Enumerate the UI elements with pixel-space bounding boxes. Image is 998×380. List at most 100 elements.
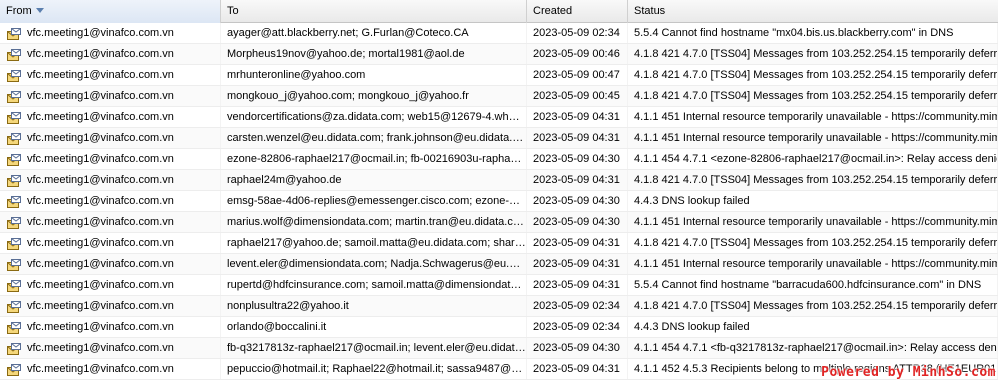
envelope-queue-icon [7,48,21,61]
cell-to: rupertd@hdfcinsurance.com; samoil.matta@… [221,275,527,295]
cell-from: vfc.meeting1@vinafco.com.vn [0,338,221,358]
cell-from-text: vfc.meeting1@vinafco.com.vn [27,90,174,102]
table-row[interactable]: vfc.meeting1@vinafco.com.vn vendorcertifi… [0,107,998,128]
cell-from: vfc.meeting1@vinafco.com.vn [0,275,221,295]
envelope-queue-icon [7,90,21,103]
cell-created: 2023-05-09 04:31 [527,128,628,148]
cell-status: 4.1.8 421 4.7.0 [TSS04] Messages from 10… [628,170,998,190]
sort-descending-icon [35,7,44,13]
column-header-status-label: Status [634,5,666,17]
cell-from-text: vfc.meeting1@vinafco.com.vn [27,27,174,39]
cell-from-text: vfc.meeting1@vinafco.com.vn [27,132,174,144]
cell-from-text: vfc.meeting1@vinafco.com.vn [27,174,174,186]
cell-from-text: vfc.meeting1@vinafco.com.vn [27,258,174,270]
table-row[interactable]: vfc.meeting1@vinafco.com.vn levent.eler@d… [0,254,998,275]
cell-to: ayager@att.blackberry.net; G.Furlan@Cote… [221,23,527,43]
cell-to: levent.eler@dimensiondata.com; Nadja.Sch… [221,254,527,274]
cell-to: mongkouo_j@yahoo.com; mongkouo_j@yahoo.f… [221,86,527,106]
table-row[interactable]: vfc.meeting1@vinafco.com.vn carsten.wenze… [0,128,998,149]
cell-created: 2023-05-09 04:31 [527,254,628,274]
cell-to: orlando@boccalini.it [221,317,527,337]
cell-to: carsten.wenzel@eu.didata.com; frank.john… [221,128,527,148]
table-row[interactable]: vfc.meeting1@vinafco.com.vn emsg-58ae-4d0… [0,191,998,212]
cell-to: vendorcertifications@za.didata.com; web1… [221,107,527,127]
cell-status: 4.1.8 421 4.7.0 [TSS04] Messages from 10… [628,86,998,106]
cell-status: 4.1.8 421 4.7.0 [TSS04] Messages from 10… [628,65,998,85]
cell-to: Morpheus19nov@yahoo.de; mortal1981@aol.d… [221,44,527,64]
column-header-status[interactable]: Status [628,0,998,23]
cell-from: vfc.meeting1@vinafco.com.vn [0,359,221,379]
cell-from: vfc.meeting1@vinafco.com.vn [0,149,221,169]
cell-from-text: vfc.meeting1@vinafco.com.vn [27,237,174,249]
cell-from: vfc.meeting1@vinafco.com.vn [0,128,221,148]
table-row[interactable]: vfc.meeting1@vinafco.com.vn raphael217@ya… [0,233,998,254]
envelope-queue-icon [7,237,21,250]
cell-created: 2023-05-09 04:30 [527,338,628,358]
cell-status: 4.1.1 451 Internal resource temporarily … [628,107,998,127]
cell-from: vfc.meeting1@vinafco.com.vn [0,254,221,274]
cell-created: 2023-05-09 02:34 [527,317,628,337]
cell-created: 2023-05-09 04:30 [527,149,628,169]
cell-status: 4.1.1 451 Internal resource temporarily … [628,128,998,148]
cell-from-text: vfc.meeting1@vinafco.com.vn [27,279,174,291]
envelope-queue-icon [7,216,21,229]
table-row[interactable]: vfc.meeting1@vinafco.com.vn mrhunteronlin… [0,65,998,86]
cell-status: 4.4.3 DNS lookup failed [628,191,998,211]
cell-status: 4.1.1 451 Internal resource temporarily … [628,212,998,232]
column-header-created[interactable]: Created [527,0,628,23]
table-row[interactable]: vfc.meeting1@vinafco.com.vn ayager@att.bl… [0,23,998,44]
cell-created: 2023-05-09 04:30 [527,212,628,232]
cell-to: pepuccio@hotmail.it; Raphael22@hotmail.i… [221,359,527,379]
cell-to: raphael24m@yahoo.de [221,170,527,190]
cell-to: mrhunteronline@yahoo.com [221,65,527,85]
cell-from-text: vfc.meeting1@vinafco.com.vn [27,342,174,354]
cell-from-text: vfc.meeting1@vinafco.com.vn [27,363,174,375]
table-row[interactable]: vfc.meeting1@vinafco.com.vn orlando@bocca… [0,317,998,338]
table-row[interactable]: vfc.meeting1@vinafco.com.vn Morpheus19nov… [0,44,998,65]
table-row[interactable]: vfc.meeting1@vinafco.com.vn ezone-82806-r… [0,149,998,170]
cell-from: vfc.meeting1@vinafco.com.vn [0,65,221,85]
cell-from: vfc.meeting1@vinafco.com.vn [0,191,221,211]
cell-created: 2023-05-09 00:46 [527,44,628,64]
cell-to: marius.wolf@dimensiondata.com; martin.tr… [221,212,527,232]
cell-from-text: vfc.meeting1@vinafco.com.vn [27,216,174,228]
cell-status: 4.1.1 454 4.7.1 <ezone-82806-raphael217@… [628,149,998,169]
cell-from-text: vfc.meeting1@vinafco.com.vn [27,69,174,81]
envelope-queue-icon [7,363,21,376]
cell-to: nonplusultra22@yahoo.it [221,296,527,316]
table-row[interactable]: vfc.meeting1@vinafco.com.vn fb-q3217813z-… [0,338,998,359]
column-header-to-label: To [227,5,239,17]
cell-status: 4.1.1 454 4.7.1 <fb-q3217813z-raphael217… [628,338,998,358]
table-row[interactable]: vfc.meeting1@vinafco.com.vn marius.wolf@d… [0,212,998,233]
envelope-queue-icon [7,321,21,334]
envelope-queue-icon [7,174,21,187]
column-header-to[interactable]: To [221,0,527,23]
table-row[interactable]: vfc.meeting1@vinafco.com.vn rupertd@hdfci… [0,275,998,296]
queue-grid: From To Created Status vfc.meeting1@vina… [0,0,998,380]
envelope-queue-icon [7,27,21,40]
table-row[interactable]: vfc.meeting1@vinafco.com.vn mongkouo_j@ya… [0,86,998,107]
cell-from: vfc.meeting1@vinafco.com.vn [0,23,221,43]
grid-header: From To Created Status [0,0,998,23]
envelope-queue-icon [7,195,21,208]
cell-created: 2023-05-09 04:31 [527,107,628,127]
table-row[interactable]: vfc.meeting1@vinafco.com.vn nonplusultra2… [0,296,998,317]
cell-from-text: vfc.meeting1@vinafco.com.vn [27,300,174,312]
watermark-text: Powered by MinhSo.com [821,365,996,380]
cell-from: vfc.meeting1@vinafco.com.vn [0,107,221,127]
envelope-queue-icon [7,342,21,355]
cell-from: vfc.meeting1@vinafco.com.vn [0,317,221,337]
cell-from: vfc.meeting1@vinafco.com.vn [0,212,221,232]
table-row[interactable]: vfc.meeting1@vinafco.com.vn raphael24m@ya… [0,170,998,191]
cell-created: 2023-05-09 00:45 [527,86,628,106]
cell-status: 4.1.8 421 4.7.0 [TSS04] Messages from 10… [628,233,998,253]
cell-from: vfc.meeting1@vinafco.com.vn [0,296,221,316]
cell-from-text: vfc.meeting1@vinafco.com.vn [27,111,174,123]
cell-to: fb-q3217813z-raphael217@ocmail.in; leven… [221,338,527,358]
cell-created: 2023-05-09 02:34 [527,23,628,43]
column-header-from[interactable]: From [0,0,221,23]
cell-to: raphael217@yahoo.de; samoil.matta@eu.did… [221,233,527,253]
cell-from: vfc.meeting1@vinafco.com.vn [0,170,221,190]
cell-to: ezone-82806-raphael217@ocmail.in; fb-002… [221,149,527,169]
cell-from: vfc.meeting1@vinafco.com.vn [0,233,221,253]
